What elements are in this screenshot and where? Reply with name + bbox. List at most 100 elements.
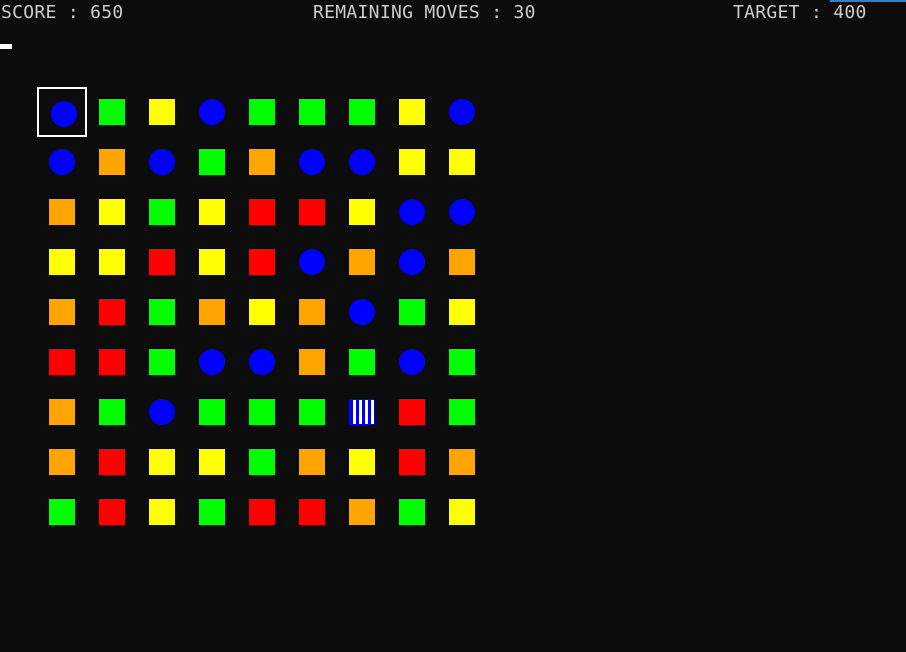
yellow-square-gem	[399, 149, 425, 175]
board-cell[interactable]	[287, 87, 337, 137]
board-cell[interactable]	[237, 437, 287, 487]
board-cell[interactable]	[437, 137, 487, 187]
board-cell[interactable]	[187, 387, 237, 437]
board-cell[interactable]	[37, 137, 87, 187]
board-cell[interactable]	[237, 487, 287, 537]
board-cell[interactable]	[37, 287, 87, 337]
board-cell[interactable]	[437, 437, 487, 487]
orange-square-gem	[99, 149, 125, 175]
board-cell[interactable]	[137, 287, 187, 337]
board-cell[interactable]	[237, 287, 287, 337]
board-cell[interactable]	[137, 187, 187, 237]
board-cell[interactable]	[87, 337, 137, 387]
board-cell[interactable]	[237, 137, 287, 187]
red-square-gem	[249, 199, 275, 225]
board-cell[interactable]	[137, 87, 187, 137]
board-cell[interactable]	[37, 337, 87, 387]
red-square-gem	[99, 349, 125, 375]
board-cell[interactable]	[287, 237, 337, 287]
board-cell[interactable]	[187, 137, 237, 187]
yellow-square-gem	[449, 149, 475, 175]
board-cell[interactable]	[37, 387, 87, 437]
board-cell[interactable]	[337, 187, 387, 237]
board-cell[interactable]	[187, 487, 237, 537]
green-square-gem	[49, 499, 75, 525]
board-cell[interactable]	[187, 87, 237, 137]
board-cell[interactable]	[337, 137, 387, 187]
board-cell[interactable]	[337, 237, 387, 287]
green-square-gem	[99, 399, 125, 425]
board-cell[interactable]	[187, 287, 237, 337]
board-cell[interactable]	[87, 187, 137, 237]
board-cell[interactable]	[187, 187, 237, 237]
board-cell[interactable]	[437, 187, 487, 237]
green-square-gem	[349, 99, 375, 125]
blue-circle-gem	[51, 101, 77, 127]
green-square-gem	[299, 99, 325, 125]
orange-square-gem	[299, 449, 325, 475]
board-cell[interactable]	[37, 487, 87, 537]
board-cell[interactable]	[387, 137, 437, 187]
board-cell[interactable]	[37, 237, 87, 287]
board-cell[interactable]	[287, 337, 337, 387]
yellow-square-gem	[99, 249, 125, 275]
board-cell[interactable]	[237, 337, 287, 387]
board-cell[interactable]	[187, 337, 237, 387]
board-cell[interactable]	[287, 387, 337, 437]
board-cell[interactable]	[87, 137, 137, 187]
green-square-gem	[249, 99, 275, 125]
red-square-gem	[399, 399, 425, 425]
board-cell[interactable]	[337, 487, 387, 537]
board-cell[interactable]	[387, 337, 437, 387]
target-label: TARGET : 400	[733, 2, 867, 23]
board-cell[interactable]	[287, 187, 337, 237]
board-cell-selected[interactable]	[37, 87, 87, 137]
board-cell[interactable]	[287, 437, 337, 487]
board-cell[interactable]	[337, 337, 387, 387]
board-cell[interactable]	[287, 137, 337, 187]
board-cell[interactable]	[437, 387, 487, 437]
yellow-square-gem	[149, 449, 175, 475]
board-cell[interactable]	[237, 237, 287, 287]
board-cell[interactable]	[237, 187, 287, 237]
board-cell[interactable]	[87, 487, 137, 537]
board-cell[interactable]	[337, 437, 387, 487]
board-cell[interactable]	[337, 387, 387, 437]
orange-square-gem	[199, 299, 225, 325]
board-cell[interactable]	[337, 287, 387, 337]
board-cell[interactable]	[137, 387, 187, 437]
yellow-square-gem	[349, 199, 375, 225]
board-cell[interactable]	[337, 87, 387, 137]
board-cell[interactable]	[437, 237, 487, 287]
board-cell[interactable]	[237, 387, 287, 437]
board-cell[interactable]	[387, 187, 437, 237]
board-cell[interactable]	[137, 487, 187, 537]
board-cell[interactable]	[387, 387, 437, 437]
board-cell[interactable]	[387, 487, 437, 537]
board-cell[interactable]	[87, 387, 137, 437]
board-cell[interactable]	[437, 487, 487, 537]
board-cell[interactable]	[87, 87, 137, 137]
board-cell[interactable]	[137, 137, 187, 187]
board-cell[interactable]	[137, 237, 187, 287]
board-cell[interactable]	[387, 87, 437, 137]
board-cell[interactable]	[387, 237, 437, 287]
board-cell[interactable]	[37, 187, 87, 237]
board-cell[interactable]	[437, 337, 487, 387]
board-cell[interactable]	[287, 487, 337, 537]
board-cell[interactable]	[187, 437, 237, 487]
board-cell[interactable]	[437, 287, 487, 337]
board-cell[interactable]	[287, 287, 337, 337]
board-cell[interactable]	[37, 437, 87, 487]
board-cell[interactable]	[137, 437, 187, 487]
yellow-square-gem	[199, 249, 225, 275]
board-cell[interactable]	[137, 337, 187, 387]
board-cell[interactable]	[387, 287, 437, 337]
board-cell[interactable]	[87, 237, 137, 287]
board-cell[interactable]	[87, 437, 137, 487]
board-cell[interactable]	[387, 437, 437, 487]
board-cell[interactable]	[187, 237, 237, 287]
board-cell[interactable]	[87, 287, 137, 337]
board-cell[interactable]	[437, 87, 487, 137]
board-cell[interactable]	[237, 87, 287, 137]
